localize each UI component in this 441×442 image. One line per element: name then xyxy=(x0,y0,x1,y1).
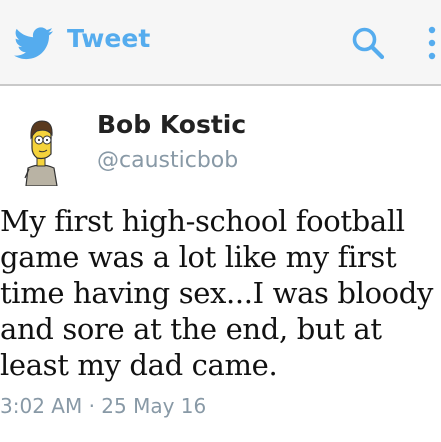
author-name[interactable]: Bob Kostic xyxy=(97,110,246,139)
tweet-text: My first high-school football game was a… xyxy=(0,204,434,382)
tweet-timestamp: 3:02 AM · 25 May 16 xyxy=(0,394,207,418)
author-handle[interactable]: @causticbob xyxy=(97,148,238,173)
search-icon[interactable] xyxy=(351,26,385,60)
avatar[interactable] xyxy=(20,118,62,186)
more-vertical-icon[interactable] xyxy=(427,25,437,61)
top-app-bar: Tweet xyxy=(0,0,441,86)
twitter-bird-icon[interactable] xyxy=(14,27,54,60)
page-title: Tweet xyxy=(67,24,151,53)
